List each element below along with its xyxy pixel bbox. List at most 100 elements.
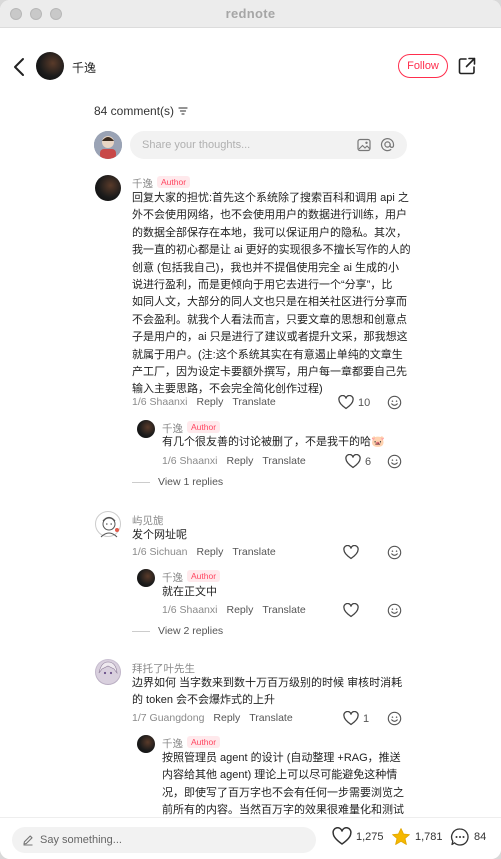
emoji-icon[interactable] bbox=[387, 454, 402, 469]
view-replies-label: View 2 replies bbox=[158, 625, 224, 637]
comment-date: 1/6 bbox=[132, 396, 147, 408]
translate-button[interactable]: Translate bbox=[262, 455, 305, 467]
like-count: 1 bbox=[363, 712, 370, 725]
comment-meta: 1/7 Guangdong Reply Translate bbox=[132, 712, 293, 724]
reply-avatar[interactable] bbox=[137, 569, 155, 587]
view-replies-label: View 1 replies bbox=[158, 476, 224, 488]
say-something-input[interactable]: Say something... bbox=[12, 827, 316, 853]
image-icon[interactable] bbox=[357, 138, 371, 152]
title-bar: rednote bbox=[0, 0, 501, 28]
commenter-name[interactable]: 千逸 bbox=[132, 176, 153, 191]
comment-text-line: 就属于用户。(注:这个系统其实在有意遏止单纯的文章生 bbox=[132, 348, 403, 361]
comment-text-line: 产工厂，因为设定卡要额外撰写，用户每一章都要自己先 bbox=[132, 366, 407, 379]
reply-location: Shaanxi bbox=[179, 455, 218, 467]
heart-icon bbox=[332, 827, 352, 845]
view-replies-button[interactable]: View 2 replies bbox=[132, 625, 223, 637]
post-comment-button[interactable]: 84 bbox=[450, 827, 486, 847]
translate-button[interactable]: Translate bbox=[262, 604, 305, 616]
emoji-icon[interactable] bbox=[387, 711, 402, 726]
heart-icon bbox=[343, 711, 359, 726]
reply-meta: 1/6 Shaanxi Reply Translate bbox=[162, 455, 306, 467]
back-arrow-icon[interactable] bbox=[9, 56, 31, 78]
translate-button[interactable]: Translate bbox=[232, 546, 275, 558]
commenter-name[interactable]: 屿见旎 bbox=[132, 513, 164, 528]
post-header: 千逸 Follow bbox=[0, 28, 501, 108]
heart-icon bbox=[343, 603, 359, 618]
comment-count[interactable]: 84 comment(s) bbox=[94, 104, 188, 118]
pencil-icon bbox=[23, 835, 33, 846]
reply-text: 就在正文中 bbox=[162, 586, 217, 598]
reply-name[interactable]: 千逸 bbox=[162, 736, 183, 751]
reply-avatar[interactable] bbox=[137, 420, 155, 438]
reply-meta: 1/6 Shaanxi Reply Translate bbox=[162, 604, 306, 616]
commenter-name[interactable]: 拜托了叶先生 bbox=[132, 661, 195, 676]
like-button[interactable]: 10 bbox=[338, 395, 370, 410]
heart-icon bbox=[343, 545, 359, 560]
reply-button[interactable]: Reply bbox=[213, 712, 240, 724]
author-name[interactable]: 千逸 bbox=[72, 59, 96, 76]
author-badge: Author bbox=[187, 736, 221, 748]
reply-text: 有几个很友善的讨论被删了，不是我干的哈🐷 bbox=[162, 436, 385, 448]
reply-text-line: 况，即使写了百万字也不会有任何一步需要浏览之 bbox=[162, 786, 404, 799]
comment-input[interactable]: Share your thoughts... bbox=[130, 131, 407, 159]
like-button[interactable] bbox=[343, 545, 359, 560]
follow-button[interactable]: Follow bbox=[398, 54, 448, 78]
reply-button[interactable]: Reply bbox=[226, 604, 253, 616]
comment-meta: 1/6 Shaanxi Reply Translate bbox=[132, 396, 276, 408]
author-badge: Author bbox=[187, 421, 221, 433]
like-count: 6 bbox=[365, 455, 372, 468]
heart-icon bbox=[345, 454, 361, 469]
reply-text: 按照管理员 agent 的设计 (自动整理 +RAG，推送 内容给其他 agen… bbox=[162, 750, 414, 820]
post-like-button[interactable]: 1,275 bbox=[332, 827, 384, 846]
reply-name[interactable]: 千逸 bbox=[162, 570, 183, 585]
translate-button[interactable]: Translate bbox=[249, 712, 292, 724]
like-button[interactable] bbox=[343, 603, 359, 618]
comment-text-line: 如同人文，大部分的同人文也只是在相关社区进行分享而 bbox=[132, 296, 407, 309]
reply-avatar[interactable] bbox=[137, 735, 155, 753]
reply-button[interactable]: Reply bbox=[226, 455, 253, 467]
sort-icon[interactable] bbox=[178, 106, 188, 116]
reply-text-line: 按照管理员 agent 的设计 (自动整理 +RAG，推送 bbox=[162, 752, 401, 764]
like-button[interactable]: 1 bbox=[343, 711, 369, 726]
app-window: rednote 千逸 Follow 84 comment(s) Share yo… bbox=[0, 0, 501, 859]
comment-bubble-icon bbox=[450, 828, 469, 846]
comment-text-line: 说进行盈利，而是更倾向于用它去进行一个“分享”，比 bbox=[132, 279, 393, 292]
author-avatar[interactable] bbox=[36, 52, 64, 80]
view-replies-button[interactable]: View 1 replies bbox=[132, 476, 223, 488]
emoji-icon[interactable] bbox=[387, 603, 402, 618]
commenter-avatar[interactable] bbox=[95, 511, 121, 538]
comment-text: 边界如何 当字数来到数十万百万级别的时候 审核时消耗 的 token 会不会爆炸… bbox=[132, 675, 414, 710]
comment-input-placeholder: Share your thoughts... bbox=[142, 139, 251, 151]
emoji-icon[interactable] bbox=[387, 395, 402, 410]
heart-icon bbox=[338, 395, 354, 410]
like-button[interactable]: 6 bbox=[345, 454, 371, 469]
divider bbox=[132, 481, 150, 483]
share-icon[interactable] bbox=[457, 56, 477, 76]
comment-text-line: 的 token 会不会爆炸式的上升 bbox=[132, 694, 276, 707]
comment-location: Sichuan bbox=[149, 546, 188, 558]
comment-count-label: 84 comment(s) bbox=[94, 104, 175, 118]
comment-text-line: 不会盈利。就我个人看法而言，只要文章的思想和创意点 bbox=[132, 313, 407, 326]
at-icon[interactable] bbox=[380, 137, 395, 152]
reply-location: Shaanxi bbox=[179, 604, 218, 616]
reply-button[interactable]: Reply bbox=[196, 546, 223, 558]
comment-text-line: 子是用户的，ai 只是进行了建议或者提升文采，那我想这 bbox=[132, 331, 408, 344]
author-badge: Author bbox=[187, 570, 221, 582]
translate-button[interactable]: Translate bbox=[232, 396, 275, 408]
comment-location: Shaanxi bbox=[149, 396, 188, 408]
comment-location: Guangdong bbox=[149, 712, 205, 724]
reply-date: 1/6 bbox=[162, 604, 177, 616]
reply-button[interactable]: Reply bbox=[196, 396, 223, 408]
reply-text-line: 内容给其他 agent) 理论上可以尽可能避免这种情 bbox=[162, 769, 398, 782]
comment-item: 千逸 Author 回复大家的担忧:首先这个系统除了搜索百科和调用 api 之 … bbox=[0, 170, 501, 500]
post-collect-button[interactable]: 1,781 bbox=[391, 827, 443, 847]
post-like-count: 1,275 bbox=[356, 830, 384, 843]
current-user-avatar bbox=[94, 131, 122, 159]
emoji-icon[interactable] bbox=[387, 545, 402, 560]
comment-text-line: 的数据全部保存在本地，我可以保证用户的隐私。其次， bbox=[132, 226, 407, 239]
star-icon bbox=[392, 828, 410, 845]
commenter-avatar[interactable] bbox=[95, 175, 121, 201]
comment-text-line: 边界如何 当字数来到数十万百万级别的时候 审核时消耗 bbox=[132, 677, 403, 689]
reply-date: 1/6 bbox=[162, 455, 177, 467]
commenter-avatar[interactable] bbox=[95, 659, 121, 685]
